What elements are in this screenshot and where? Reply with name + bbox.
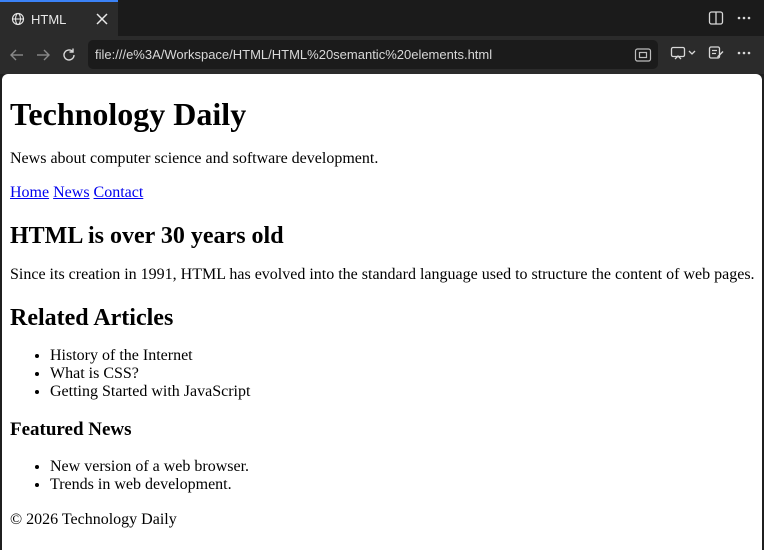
toolbar: file:///e%3A/Workspace/HTML/HTML%20seman… — [0, 36, 764, 74]
article-body: Since its creation in 1991, HTML has evo… — [10, 266, 755, 283]
article-heading: HTML is over 30 years old — [10, 223, 284, 249]
close-tab-icon[interactable] — [96, 13, 108, 25]
forward-arrow-icon — [37, 49, 50, 61]
list-item: History of the Internet — [50, 347, 754, 365]
address-url[interactable]: file:///e%3A/Workspace/HTML/HTML%20seman… — [95, 47, 634, 62]
cast-dropdown-icon[interactable] — [670, 45, 696, 61]
nav-link-home[interactable]: Home — [10, 184, 49, 201]
refresh-icon — [63, 48, 75, 61]
related-list: History of the Internet What is CSS? Get… — [10, 347, 754, 401]
app-available-button[interactable] — [634, 46, 652, 64]
browser-window: HTML file:///e%3A/Workspace/HTML/HTML%20… — [0, 0, 764, 550]
app-window-icon — [634, 47, 652, 62]
list-item: New version of a web browser. — [50, 458, 754, 476]
nav-link-contact[interactable]: Contact — [94, 184, 144, 201]
site-tagline: News about computer science and software… — [10, 150, 379, 167]
globe-icon — [11, 12, 25, 26]
refresh-button[interactable] — [59, 45, 79, 65]
tab-html[interactable]: HTML — [0, 0, 118, 36]
page-viewport: Technology Daily News about computer sci… — [2, 74, 762, 550]
toolbar-actions — [670, 45, 752, 61]
featured-list: New version of a web browser. Trends in … — [10, 458, 754, 494]
more-tabs-icon[interactable] — [736, 10, 752, 26]
featured-heading: Featured News — [10, 419, 132, 440]
list-item: Getting Started with JavaScript — [50, 383, 754, 401]
forward-button[interactable] — [33, 45, 53, 65]
site-header: Technology Daily News about computer sci… — [10, 95, 754, 169]
back-button[interactable] — [7, 45, 27, 65]
site-footer: © 2026 Technology Daily — [10, 511, 177, 528]
tab-strip: HTML — [0, 0, 764, 36]
site-nav: Home News Contact — [10, 183, 754, 203]
address-bar[interactable]: file:///e%3A/Workspace/HTML/HTML%20seman… — [88, 40, 658, 69]
list-item: Trends in web development. — [50, 476, 754, 494]
nav-link-news[interactable]: News — [53, 184, 89, 201]
split-screen-icon[interactable] — [708, 10, 724, 26]
related-heading: Related Articles — [10, 305, 174, 331]
tab-strip-actions — [708, 10, 752, 26]
site-title: Technology Daily — [10, 96, 247, 132]
back-arrow-icon — [10, 49, 23, 61]
settings-more-icon[interactable] — [736, 45, 752, 61]
tab-title: HTML — [31, 11, 67, 27]
list-item: What is CSS? — [50, 365, 754, 383]
browser-essentials-icon[interactable] — [708, 45, 724, 61]
